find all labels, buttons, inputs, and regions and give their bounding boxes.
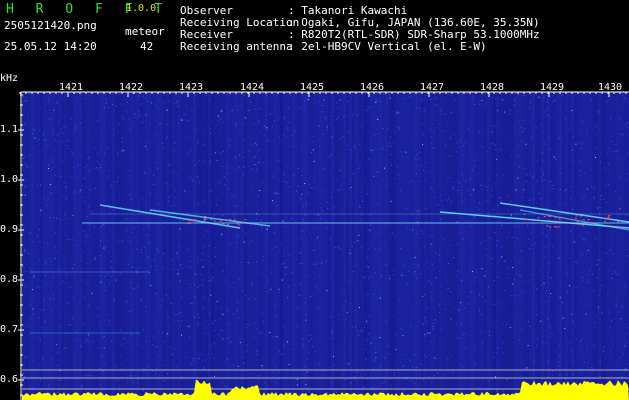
- x-tick-label: 1429: [540, 82, 565, 93]
- y-tick-label: 0.7: [0, 324, 19, 335]
- x-tick-label: 1423: [179, 82, 204, 93]
- x-tick-label: 1422: [119, 82, 144, 93]
- spectrogram: [18, 91, 629, 400]
- y-tick-label: 1.0: [0, 174, 19, 185]
- x-tick-label: 1425: [300, 82, 325, 93]
- x-tick-label: 1421: [59, 82, 84, 93]
- x-tick-label: 1427: [420, 82, 445, 93]
- y-tick-label: 0.6: [0, 374, 19, 385]
- x-tick-label: 1430: [598, 82, 623, 93]
- x-tick-label: 1426: [360, 82, 385, 93]
- y-tick-label: 1.1: [0, 124, 19, 135]
- y-tick-label: 0.9: [0, 224, 19, 235]
- y-tick-label: 0.8: [0, 274, 19, 285]
- x-tick-label: 1428: [480, 82, 505, 93]
- x-tick-label: 1424: [240, 82, 265, 93]
- x-unit-label: kHz: [0, 73, 19, 84]
- noise-layer: [22, 92, 629, 400]
